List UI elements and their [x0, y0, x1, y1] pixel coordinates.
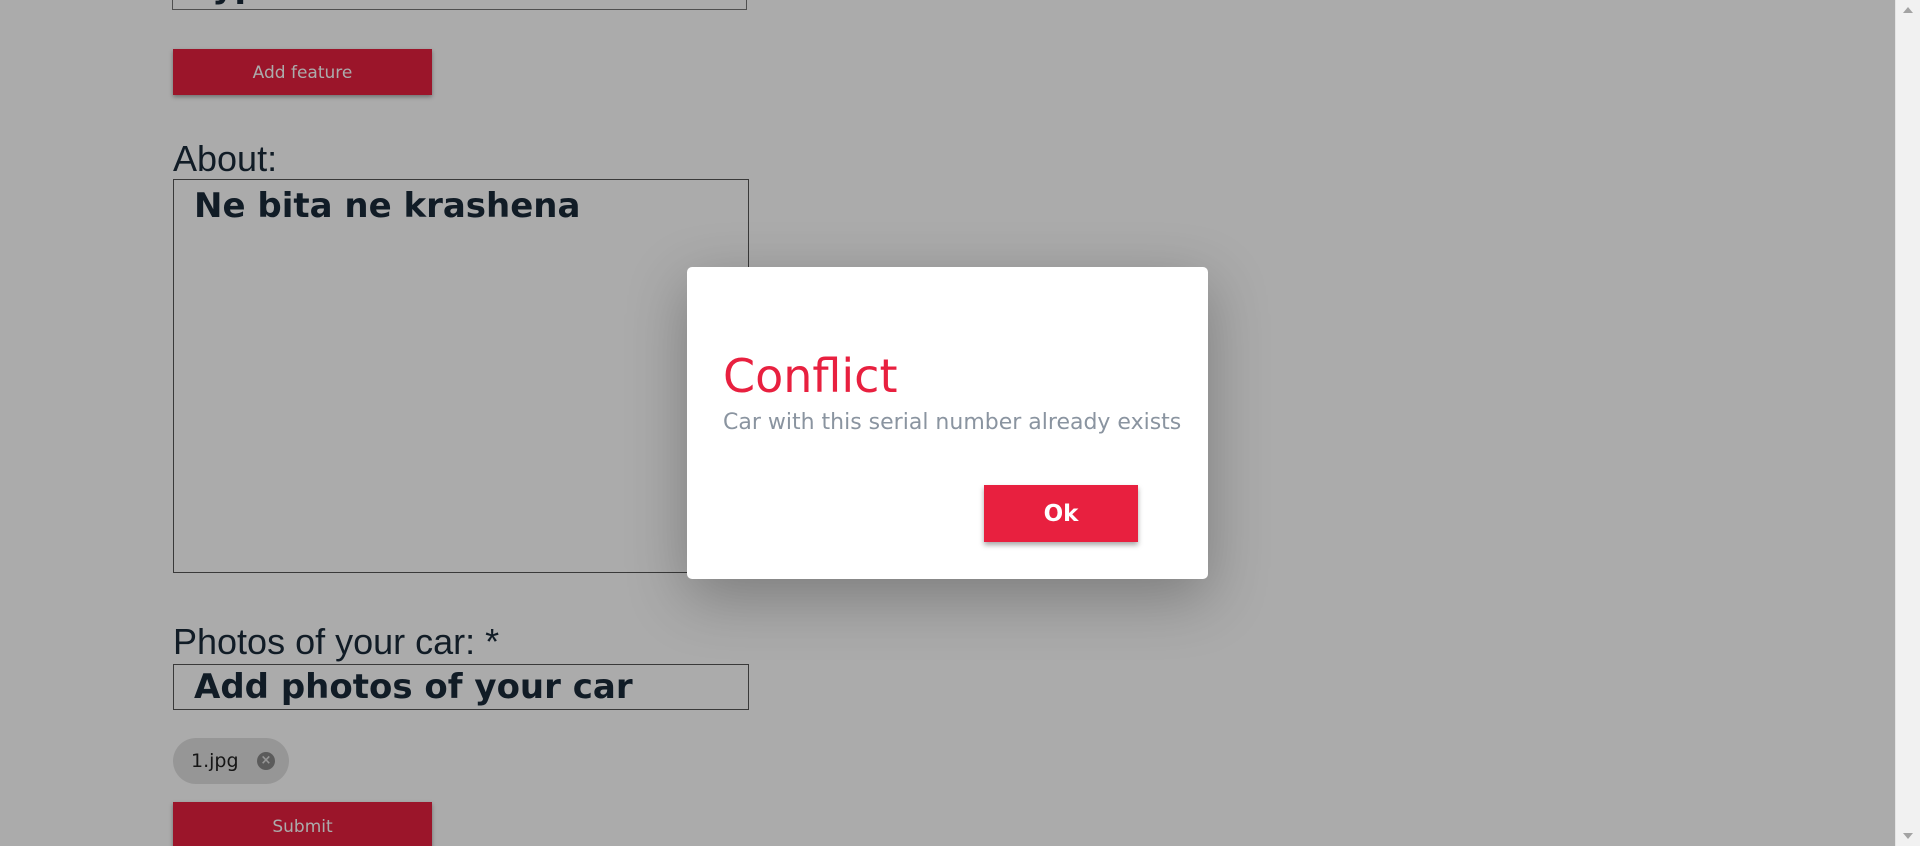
- chevron-up-icon[interactable]: [1903, 7, 1913, 13]
- conflict-dialog: Conflict Car with this serial number alr…: [687, 267, 1208, 579]
- chevron-down-icon[interactable]: [1903, 833, 1913, 839]
- dialog-title: Conflict: [723, 349, 898, 403]
- page-scrollbar[interactable]: [1895, 0, 1920, 846]
- dialog-message: Car with this serial number already exis…: [723, 410, 1182, 435]
- ok-button[interactable]: Ok: [984, 485, 1138, 542]
